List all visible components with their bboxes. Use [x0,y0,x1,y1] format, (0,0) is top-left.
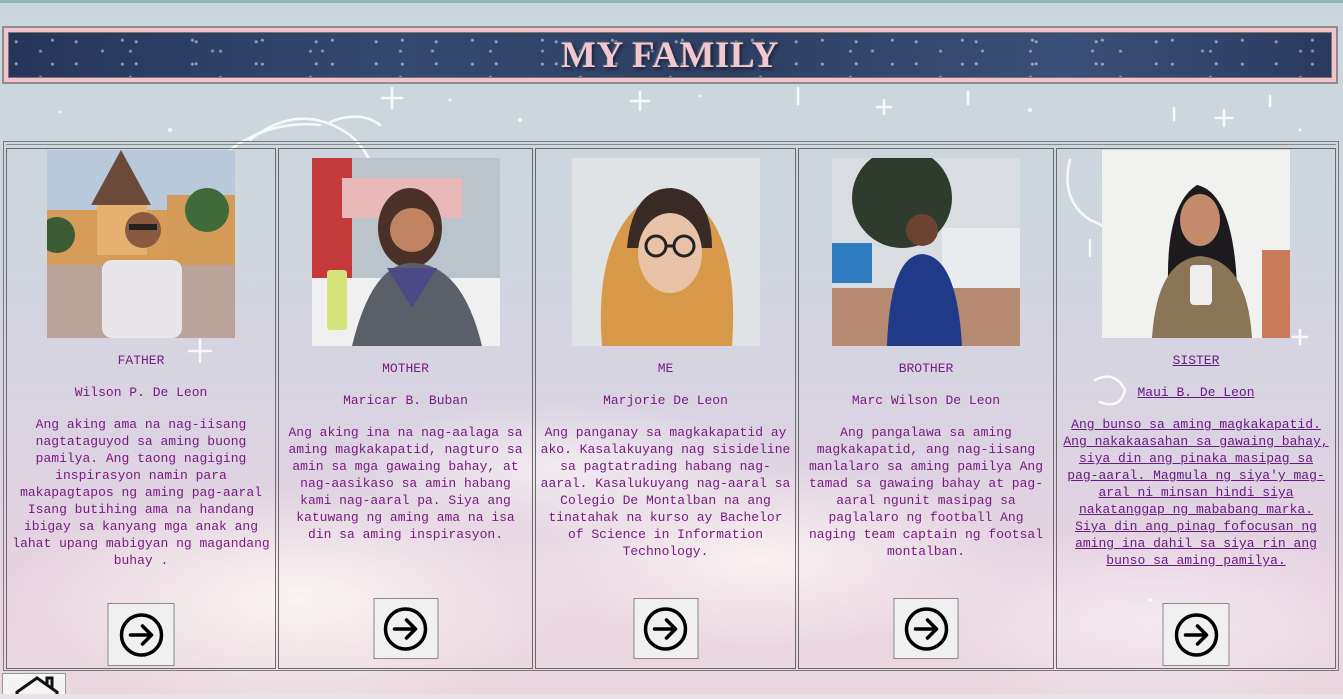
circle-arrow-right-icon [904,606,948,651]
title-banner-inner: MY FAMILY [8,32,1332,78]
member-bio: Ang pangalawa sa aming magkakapatid, ang… [808,425,1044,559]
mother-photo [311,158,500,346]
member-bio: Ang aking ina na nag-aalaga sa aming mag… [288,425,523,542]
mother-next-button[interactable] [373,598,438,659]
bottom-bar [0,694,1343,699]
member-name: Wilson P. De Leon [74,385,208,400]
sister-next-button[interactable] [1162,603,1230,666]
circle-arrow-right-icon [643,606,688,651]
father-photo [47,150,235,338]
member-role-link[interactable]: SISTER [1173,352,1220,369]
member-role: BROTHER [898,361,954,376]
title-banner: MY FAMILY [2,26,1338,84]
member-role: FATHER [117,353,165,368]
member-name: Maricar B. Buban [343,393,468,408]
member-card-brother: BROTHER Marc Wilson De Leon Ang pangalaw… [798,148,1054,669]
me-next-button[interactable] [633,598,698,659]
member-name-link[interactable]: Maui B. De Leon [1137,384,1254,401]
circle-arrow-right-icon [119,612,163,657]
brother-photo [832,158,1020,346]
father-next-button[interactable] [107,603,175,666]
member-bio: Ang panganay sa magkakapatid ay ako. Kas… [540,425,791,559]
member-role: MOTHER [382,361,429,376]
member-bio-link[interactable]: Ang bunso sa aming magkakapatid. Ang nak… [1057,416,1335,569]
member-name: Marjorie De Leon [603,393,728,408]
member-card-sister: SISTER Maui B. De Leon Ang bunso sa amin… [1056,148,1336,669]
member-card-father: FATHER Wilson P. De Leon Ang aking ama n… [6,148,276,669]
member-name: Marc Wilson De Leon [851,393,1001,408]
sister-photo [1102,150,1290,338]
top-accent-line [0,0,1343,3]
member-card-mother: MOTHER Maricar B. Buban Ang aking ina na… [278,148,533,669]
brother-next-button[interactable] [893,598,959,659]
member-role: ME [657,361,674,376]
me-photo [571,158,760,346]
page-title: MY FAMILY [561,34,779,76]
family-table: FATHER Wilson P. De Leon Ang aking ama n… [3,141,1339,671]
circle-arrow-right-icon [383,606,428,651]
member-bio: Ang aking ama na nag-iisang nagtataguyod… [12,417,270,568]
circle-arrow-right-icon [1174,612,1218,657]
member-card-me: ME Marjorie De Leon Ang panganay sa magk… [535,148,796,669]
